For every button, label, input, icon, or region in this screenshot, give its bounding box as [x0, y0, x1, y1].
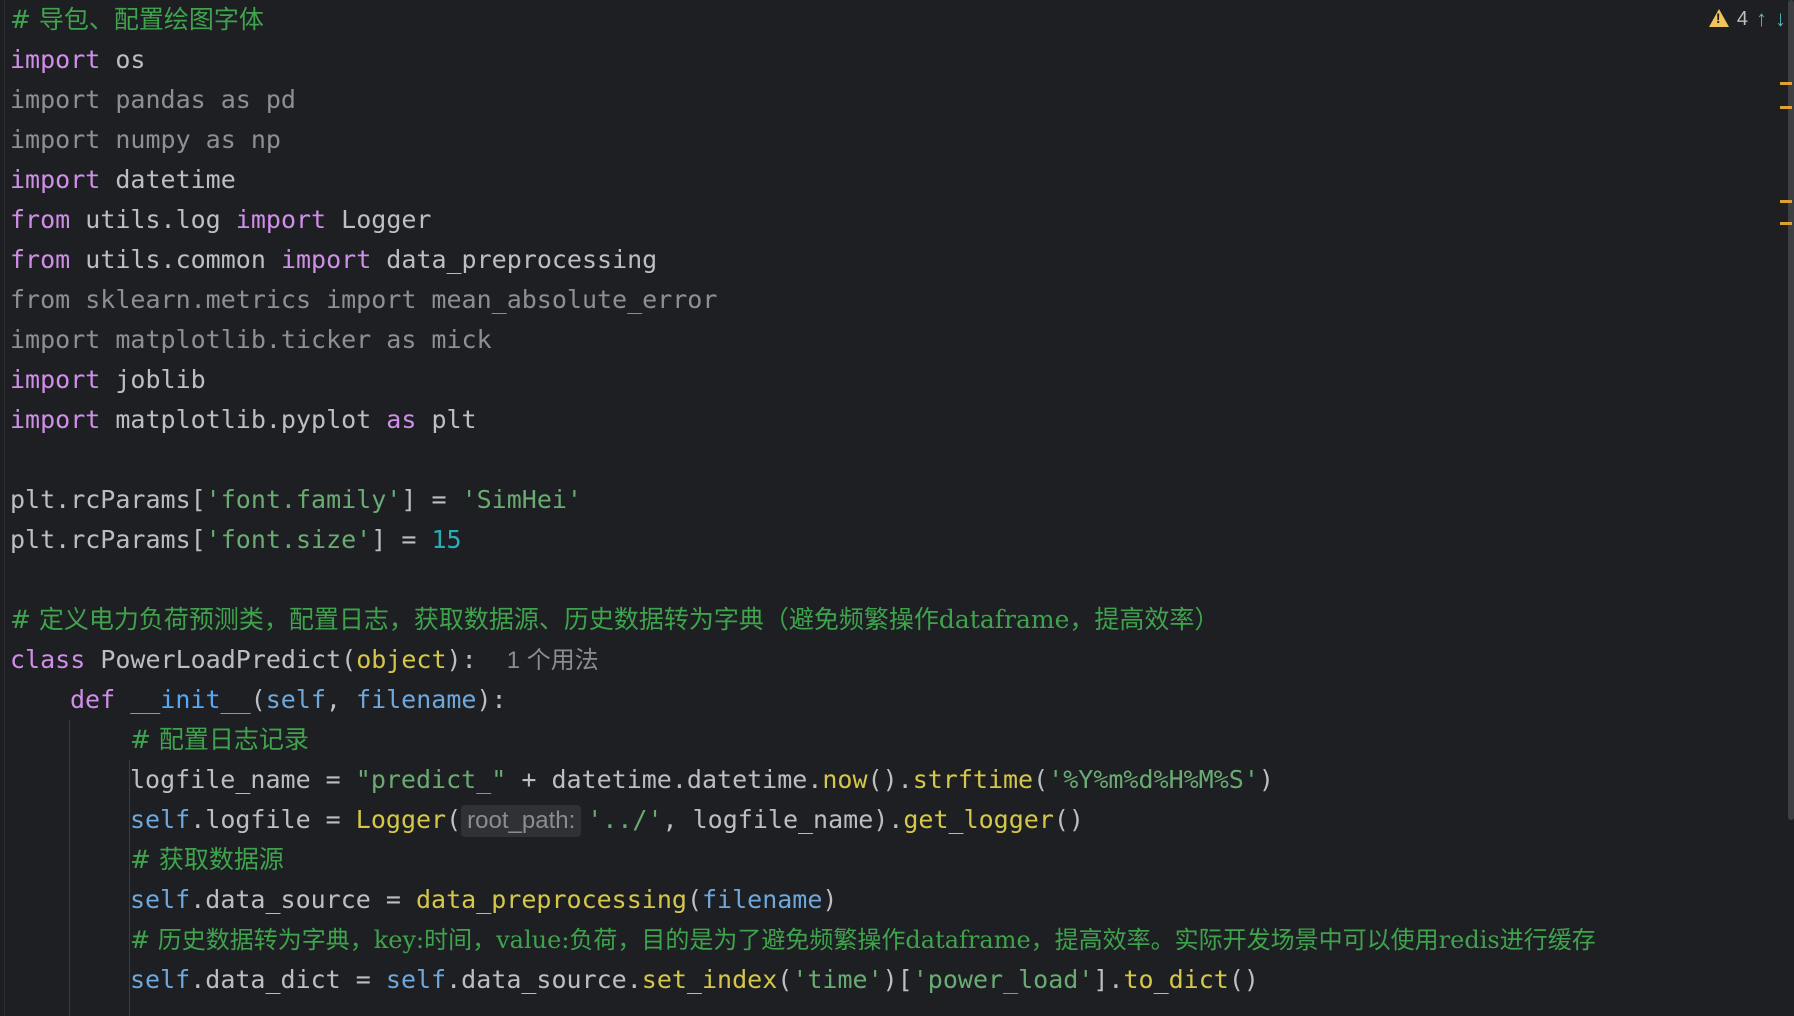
- inspection-widget[interactable]: 4 ↑ ↓: [1708, 6, 1786, 32]
- code-line[interactable]: # 历史数据转为字典，key:时间，value:负荷，目的是为了避免频繁操作da…: [130, 920, 1596, 960]
- code-line[interactable]: # 导包、配置绘图字体: [10, 0, 264, 40]
- code-line[interactable]: # 配置日志记录: [130, 720, 309, 760]
- code-line-unused-import[interactable]: import numpy as np: [10, 120, 281, 160]
- code-line[interactable]: # 获取数据源: [130, 840, 284, 880]
- previous-highlight-arrow-icon[interactable]: ↑: [1756, 6, 1767, 32]
- warning-icon[interactable]: [1708, 9, 1729, 29]
- code-line[interactable]: self.logfile = Logger(root_path: '../', l…: [130, 800, 1084, 840]
- code-line[interactable]: import joblib: [10, 360, 206, 400]
- warning-marker[interactable]: [1780, 200, 1792, 203]
- usage-hint[interactable]: 1 个用法: [507, 647, 599, 674]
- editor-gutter-edge: [4, 0, 5, 1016]
- code-editor[interactable]: 4 ↑ ↓ # 导包、配置绘图字体 import os import panda…: [0, 0, 1794, 1016]
- warning-count[interactable]: 4: [1737, 8, 1748, 31]
- code-line[interactable]: # 定义电力负荷预测类，配置日志，获取数据源、历史数据转为字典（避免频繁操作da…: [10, 600, 1219, 640]
- code-line-unused-import[interactable]: import pandas as pd: [10, 80, 296, 120]
- parameter-hint: root_path:: [461, 805, 582, 837]
- code-line[interactable]: from utils.common import data_preprocess…: [10, 240, 657, 280]
- code-line[interactable]: def __init__(self, filename):: [70, 680, 507, 720]
- warning-marker[interactable]: [1780, 82, 1792, 85]
- code-line-unused-import[interactable]: from sklearn.metrics import mean_absolut…: [10, 280, 717, 320]
- code-line[interactable]: import os: [10, 40, 145, 80]
- warning-marker[interactable]: [1780, 222, 1792, 225]
- warning-marker[interactable]: [1780, 106, 1792, 109]
- code-line[interactable]: from utils.log import Logger: [10, 200, 431, 240]
- next-highlight-arrow-icon[interactable]: ↓: [1775, 6, 1786, 32]
- code-line[interactable]: import matplotlib.pyplot as plt: [10, 400, 477, 440]
- code-line[interactable]: import datetime: [10, 160, 236, 200]
- code-line[interactable]: self.data_source = data_preprocessing(fi…: [130, 880, 837, 920]
- code-line[interactable]: plt.rcParams['font.size'] = 15: [10, 520, 462, 560]
- code-line[interactable]: logfile_name = "predict_" + datetime.dat…: [130, 760, 1274, 800]
- code-line[interactable]: self.data_dict = self.data_source.set_in…: [130, 960, 1259, 1000]
- code-line[interactable]: class PowerLoadPredict(object): 1 个用法: [10, 640, 599, 680]
- code-line[interactable]: plt.rcParams['font.family'] = 'SimHei': [10, 480, 582, 520]
- indent-guide: [69, 720, 70, 1016]
- vertical-scrollbar[interactable]: [1788, 0, 1794, 820]
- code-line-unused-import[interactable]: import matplotlib.ticker as mick: [10, 320, 492, 360]
